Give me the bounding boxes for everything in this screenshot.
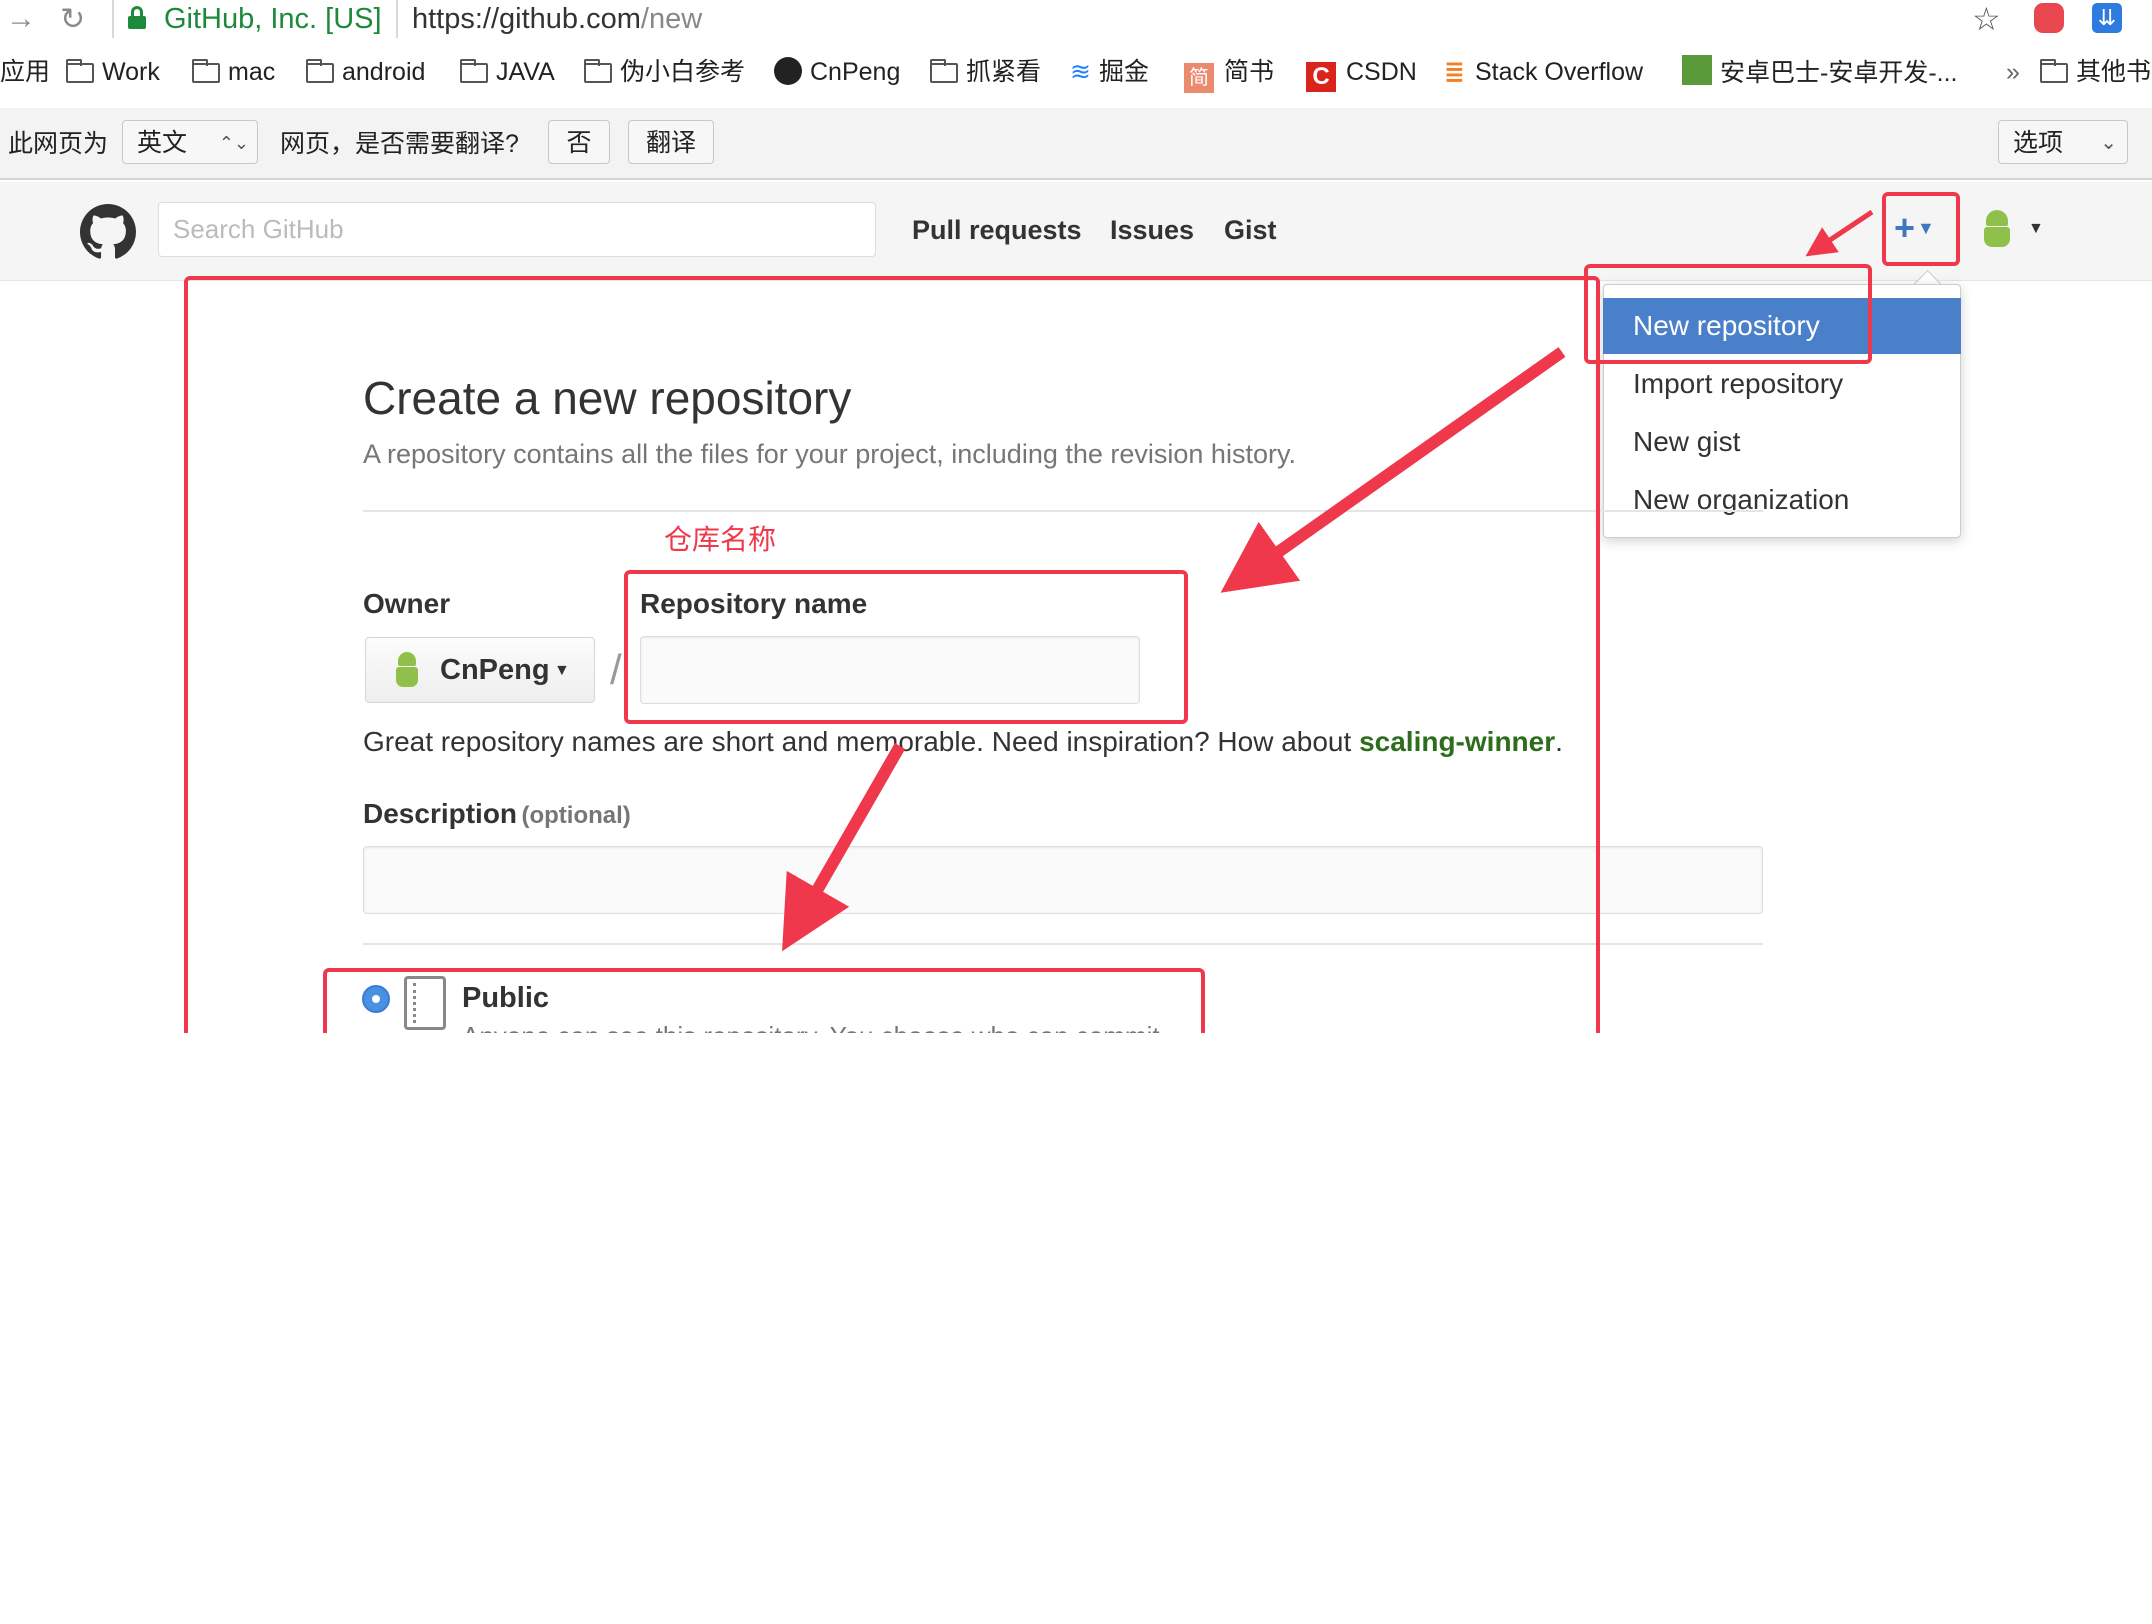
translate-question: 网页，是否需要翻译? (280, 130, 519, 158)
folder-icon (460, 59, 488, 83)
page-title: Create a new repository (363, 372, 852, 424)
page-subtitle: A repository contains all the files for … (363, 439, 1296, 469)
anzhuo-icon (1682, 55, 1712, 85)
translate-prefix: 此网页为 (8, 130, 109, 158)
owner-value: CnPeng (440, 654, 550, 686)
bookmark-csdn[interactable]: C CSDN (1306, 55, 1417, 92)
divider (396, 0, 398, 38)
repo-name-hint: Great repository names are short and mem… (363, 726, 1563, 757)
public-radio[interactable] (362, 985, 390, 1013)
menu-new-repository[interactable]: New repository (1603, 298, 1961, 354)
site-identity[interactable]: GitHub, Inc. [US] (164, 0, 382, 38)
caret-down-icon: ▼ (1917, 218, 1935, 238)
bookmark-android[interactable]: android (306, 55, 425, 89)
public-label[interactable]: Public (462, 978, 549, 1018)
repo-name-annotation: 仓库名称 (664, 524, 777, 555)
avatar[interactable] (1984, 210, 2010, 248)
public-description: Anyone can see this repository. You choo… (462, 1016, 1167, 1033)
owner-repo-separator: / (610, 646, 622, 693)
no-translate-button[interactable]: 否 (548, 120, 610, 164)
bookmark-watch[interactable]: 抓紧看 (930, 55, 1041, 89)
divider (112, 0, 114, 38)
menu-import-repository[interactable]: Import repository (1603, 356, 1961, 412)
owner-select[interactable]: CnPeng ▼ (365, 637, 595, 703)
translate-button[interactable]: 翻译 (628, 120, 714, 164)
folder-icon (192, 59, 220, 83)
stackoverflow-icon: ≣ (1444, 58, 1465, 86)
download-extension-icon[interactable]: ⇊ (2092, 3, 2122, 33)
suggestion-link[interactable]: scaling-winner (1359, 726, 1555, 757)
select-arrows-icon: ⌃⌄ (218, 133, 249, 153)
bookmark-java[interactable]: JAVA (460, 55, 555, 89)
star-icon[interactable]: ☆ (1972, 0, 2001, 38)
bookmark-other[interactable]: 其他书 (2040, 55, 2151, 89)
visibility-options-clip: Public Anyone can see this repository. Y… (0, 940, 2152, 1033)
divider (363, 510, 1763, 512)
chevron-down-icon: ⌄ (2100, 132, 2117, 154)
translate-options-select[interactable]: 选项 ⌄ (1998, 120, 2128, 164)
github-logo-icon[interactable] (80, 204, 136, 260)
folder-icon (930, 59, 958, 83)
create-new-button[interactable]: + ▼ (1894, 208, 1935, 248)
url-host: https://github.com (412, 3, 641, 35)
repo-name-label: Repository name (640, 588, 868, 619)
description-label: Description (optional) (363, 798, 631, 829)
bookmark-work[interactable]: Work (66, 55, 160, 89)
caret-down-icon: ▼ (554, 662, 570, 679)
menu-new-gist[interactable]: New gist (1603, 414, 1961, 470)
lock-icon (128, 6, 146, 29)
avatar-caret-icon[interactable]: ▼ (2028, 220, 2044, 238)
folder-icon (2040, 59, 2068, 83)
bookmark-anzhuo[interactable]: 安卓巴士-安卓开发-... (1682, 55, 1958, 89)
nav-pull-requests[interactable]: Pull requests (912, 212, 1082, 248)
jianshu-icon: 简 (1184, 63, 1214, 93)
csdn-icon: C (1306, 62, 1336, 92)
arrow-to-repo-name (1220, 347, 1566, 593)
forward-icon[interactable]: → (6, 2, 36, 36)
juejin-icon: ≋ (1070, 58, 1091, 86)
owner-label: Owner (363, 588, 451, 619)
extension-icon[interactable] (2034, 3, 2064, 33)
github-icon (774, 57, 802, 85)
plus-icon: + (1894, 207, 1916, 248)
repo-icon (404, 976, 446, 1030)
description-input[interactable] (363, 846, 1763, 914)
url-path: /new (640, 3, 703, 35)
owner-avatar (396, 652, 418, 690)
folder-icon (584, 59, 612, 83)
nav-gist[interactable]: Gist (1224, 212, 1277, 248)
bookmark-jianshu[interactable]: 简简书 (1184, 55, 1274, 93)
bookmark-cnpeng[interactable]: CnPeng (774, 55, 900, 89)
bookmark-mac[interactable]: mac (192, 55, 275, 89)
bookmark-apps[interactable]: 应用 (0, 55, 50, 89)
bookmark-juejin[interactable]: ≋ 掘金 (1070, 55, 1149, 89)
bookmark-reference[interactable]: 伪小白参考 (584, 55, 745, 89)
url-field[interactable]: https://github.com/new (412, 0, 702, 38)
language-select[interactable]: 英文 ⌃⌄ (122, 120, 258, 164)
search-input[interactable]: Search GitHub (158, 202, 876, 257)
nav-issues[interactable]: Issues (1110, 212, 1194, 248)
reload-icon[interactable]: ↻ (60, 2, 85, 37)
repo-name-input[interactable] (640, 636, 1140, 704)
folder-icon (306, 59, 334, 83)
folder-icon (66, 59, 94, 83)
bookmark-stackoverflow[interactable]: ≣ Stack Overflow (1444, 55, 1643, 89)
menu-new-organization[interactable]: New organization (1603, 472, 1961, 528)
bookmarks-overflow-chevron[interactable]: » (2006, 55, 2020, 89)
